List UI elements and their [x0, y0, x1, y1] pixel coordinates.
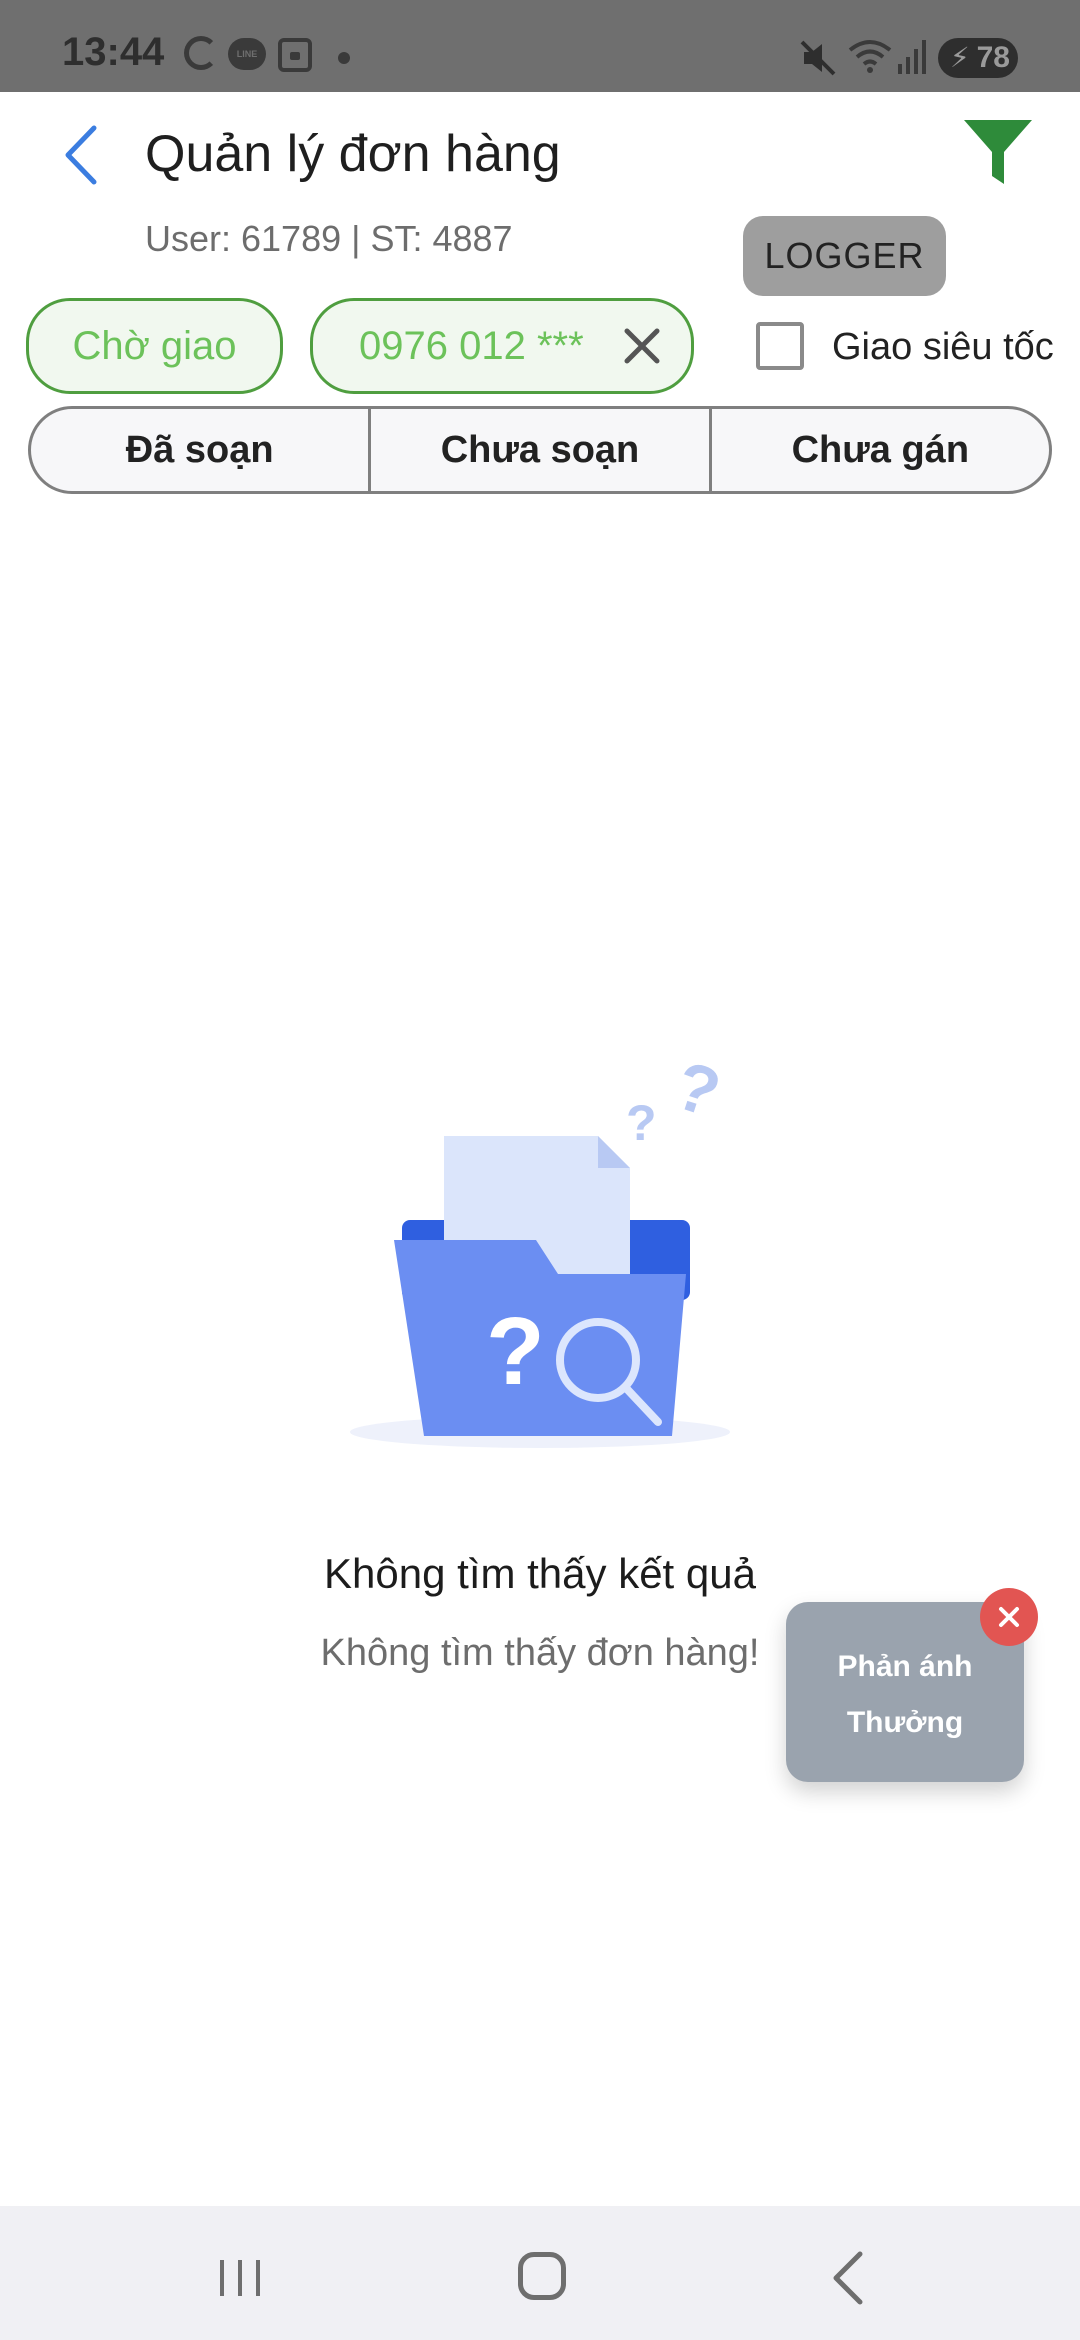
express-delivery-label[interactable]: Giao siêu tốc: [832, 326, 1054, 369]
recents-icon[interactable]: [216, 2256, 264, 2300]
feedback-line-1: Phản ánh: [837, 1650, 973, 1683]
nav-back-icon[interactable]: [828, 2250, 868, 2306]
wifi-icon: [848, 38, 892, 79]
charging-bolt-icon: ⚡: [950, 42, 970, 73]
tab-chua-gan[interactable]: Chưa gán: [708, 409, 1049, 491]
feedback-line-2: Thưởng: [846, 1706, 964, 1739]
mute-icon: [800, 40, 838, 81]
status-filter-label: Chờ giao: [72, 323, 237, 368]
svg-text:?: ?: [626, 1095, 657, 1151]
empty-folder-illustration: ? ? ?: [350, 1047, 730, 1448]
tab-chua-soan[interactable]: Chưa soạn: [368, 409, 708, 491]
page-title: Quản lý đơn hàng: [145, 125, 561, 183]
home-icon[interactable]: [518, 2252, 566, 2300]
tab-da-soan[interactable]: Đã soạn: [31, 409, 368, 491]
empty-state-title: Không tìm thấy kết quả: [324, 1550, 756, 1597]
notification-dot-icon: [338, 52, 350, 64]
line-app-icon: LINE: [228, 38, 266, 70]
system-nav-bar: [0, 2206, 1080, 2340]
express-delivery-checkbox[interactable]: [756, 322, 804, 370]
screenshot-icon: [278, 38, 312, 72]
filter-icon[interactable]: [960, 114, 1036, 190]
battery-icon: ⚡ 78: [938, 38, 1018, 78]
phone-filter-label: 0976 012 ***: [359, 323, 584, 368]
status-time: 13:44: [62, 30, 165, 74]
clear-phone-filter-icon[interactable]: [623, 327, 661, 365]
feedback-close-button[interactable]: [980, 1588, 1038, 1646]
signal-icon: [898, 40, 928, 79]
battery-level: 78: [976, 41, 1010, 74]
google-icon: [184, 36, 218, 70]
logger-button[interactable]: LOGGER: [743, 216, 946, 296]
svg-text:?: ?: [486, 1298, 545, 1405]
status-bar: 13:44 LINE ⚡ 78: [0, 0, 1080, 92]
user-store-info: User: 61789 | ST: 4887: [145, 218, 513, 259]
back-icon[interactable]: [56, 120, 108, 190]
status-filter-chip[interactable]: Chờ giao: [26, 298, 283, 394]
order-status-tabs: Đã soạn Chưa soạn Chưa gán: [28, 406, 1052, 494]
close-icon: [999, 1607, 1019, 1627]
svg-text:?: ?: [666, 1047, 729, 1132]
phone-filter-chip[interactable]: 0976 012 ***: [310, 298, 694, 394]
